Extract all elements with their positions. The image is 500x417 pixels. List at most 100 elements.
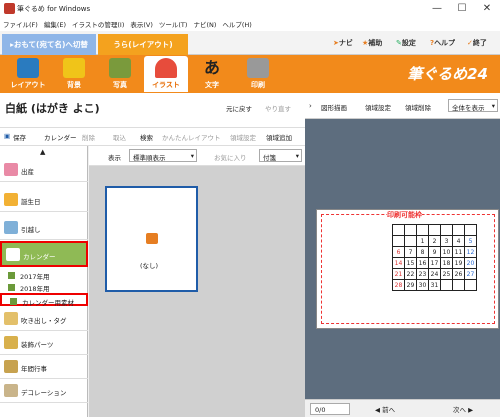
illust-item[interactable]: (なし)	[105, 186, 198, 292]
ribbon-print[interactable]: 印刷	[236, 56, 280, 92]
calendar-day: 11	[452, 246, 465, 258]
calendar-day	[452, 224, 465, 236]
fetch-button[interactable]: 取込	[113, 132, 126, 142]
calendar-day: 15	[404, 257, 417, 269]
layout-icon	[17, 58, 39, 78]
calendar-day	[428, 224, 441, 236]
item-label: (なし)	[140, 262, 159, 270]
sub-item-calendar-material[interactable]: カレンダー用素材	[0, 293, 88, 307]
ribbon-photo[interactable]: 写真	[98, 56, 142, 92]
ribbon: レイアウト 背景 写真 イラスト あ文字 印刷 筆ぐるめ24	[0, 55, 500, 93]
tab-back[interactable]: うら(レイアウト)	[98, 34, 188, 55]
calendar-day: 26	[452, 268, 465, 280]
content-toolbar: 表示 標準順表示 ▾ お気に入り 付箋 ▾	[89, 146, 305, 166]
calendar-grid: 1 2 3 4 5 6 7 8 9 10 11 12 14 15 16 17 18 19 20 21 22 23 24 25 2…	[392, 224, 477, 291]
page-counter: 0/0	[310, 403, 350, 415]
ribbon-illust[interactable]: イラスト	[144, 56, 188, 92]
calendar-day	[464, 224, 477, 236]
undo-button[interactable]: 元に戻す	[226, 103, 252, 113]
calendar-day: 23	[416, 268, 429, 280]
delete-button[interactable]: 削除	[82, 132, 95, 142]
redo-button[interactable]: やり直す	[265, 103, 291, 113]
sub-item-2017[interactable]: 2017年用	[0, 269, 88, 281]
calendar-icon	[6, 248, 20, 261]
area-add-button[interactable]: 領域追加	[266, 132, 292, 142]
sidebar-item-calendar[interactable]: カレンダー	[0, 241, 88, 267]
menu-edit[interactable]: 編集(E)	[41, 17, 69, 31]
calendar-day: 28	[392, 279, 405, 291]
calendar-day: 16	[416, 257, 429, 269]
ribbon-layout[interactable]: レイアウト	[6, 56, 50, 92]
calendar-day	[392, 224, 405, 236]
calendar-day: 7	[404, 246, 417, 258]
calendar-week: 14 15 16 17 18 19 20	[392, 257, 477, 269]
save-button[interactable]: 保存	[13, 132, 26, 142]
area-set-button[interactable]: 領域設定	[230, 132, 256, 142]
cake-icon	[4, 193, 18, 206]
menu-file[interactable]: ファイル(F)	[0, 17, 41, 31]
tag-select[interactable]: 付箋 ▾	[259, 149, 302, 162]
sidebar-item-events[interactable]: 年間行事	[0, 355, 88, 379]
preview-toolbar: › 図形描画 領域設定 領域削除 全体を表示 ▾	[305, 93, 500, 119]
sidebar-item-decoration[interactable]: デコレーション	[0, 379, 88, 403]
calendar-day: 22	[404, 268, 417, 280]
next-button[interactable]: 次へ ▶	[453, 404, 473, 414]
zoom-select[interactable]: 全体を表示 ▾	[448, 99, 498, 112]
category-sidebar: ▲ 出産 誕生日 引越し カレンダー 2017年用 2018年用 カレンダー用素…	[0, 146, 88, 417]
calendar-day: 24	[428, 268, 441, 280]
menu-tool[interactable]: ツール(T)	[156, 17, 191, 31]
settings-button[interactable]: ✎設定	[396, 38, 416, 48]
help-button[interactable]: ?ヘルプ	[430, 38, 455, 48]
calendar-day	[404, 235, 417, 247]
easy-layout-button[interactable]: かんたんレイアウト	[162, 132, 221, 142]
calendar-day: 25	[440, 268, 453, 280]
sidebar-item-birth[interactable]: 出産	[0, 158, 88, 182]
shape-draw-button[interactable]: 図形描画	[321, 102, 347, 112]
decoration-icon	[4, 384, 18, 397]
navi-button[interactable]: ➤ナビ	[333, 38, 353, 48]
toolbar: ▣ 保存 カレンダー 削除 取込 検索 かんたんレイアウト 領域設定 領域追加	[0, 128, 305, 146]
prev-button[interactable]: ◀ 前へ	[375, 404, 395, 414]
close-button[interactable]: ✕	[475, 0, 499, 17]
search-button[interactable]: 検索	[140, 132, 153, 142]
window-title: 筆ぐるめ for Windows	[17, 5, 91, 13]
maximize-button[interactable]: ☐	[450, 0, 474, 17]
calendar-day: 19	[452, 257, 465, 269]
sidebar-item-parts[interactable]: 装飾パーツ	[0, 331, 88, 355]
speech-icon	[4, 312, 18, 325]
menu-navi[interactable]: ナビ(N)	[190, 17, 219, 31]
calendar-day: 10	[440, 246, 453, 258]
calendar-day: 21	[392, 268, 405, 280]
menu-illust[interactable]: イラストの管理(I)	[69, 17, 127, 31]
menu-view[interactable]: 表示(V)	[127, 17, 156, 31]
area-delete-button[interactable]: 領域削除	[405, 102, 431, 112]
minimize-button[interactable]: —	[425, 0, 449, 17]
postcard-preview[interactable]: 印刷可能枠 1 2 3 4 5 6 7 8 9 10 11 12 14 15 16 17 18 19 20 21 22 2…	[316, 209, 499, 329]
calendar-day	[416, 224, 429, 236]
title-bar: 筆ぐるめ for Windows — ☐ ✕	[0, 0, 500, 17]
chevron-right-icon[interactable]: ›	[309, 102, 312, 110]
calendar-button[interactable]: カレンダー	[44, 132, 77, 142]
calendar-day: 4	[452, 235, 465, 247]
menu-help[interactable]: ヘルプ(H)	[219, 17, 254, 31]
calendar-day: 2	[428, 235, 441, 247]
calendar-day: 5	[464, 235, 477, 247]
sidebar-item-birthday[interactable]: 誕生日	[0, 188, 88, 212]
tab-front[interactable]: ▸おもて(宛て名)へ切替	[2, 34, 96, 55]
frame-icon	[4, 336, 18, 349]
calendar-week: 28 29 30 31	[392, 279, 477, 291]
favorite-button[interactable]: お気に入り	[214, 152, 247, 162]
area-set-right-button[interactable]: 領域設定	[365, 102, 391, 112]
ribbon-text[interactable]: あ文字	[190, 56, 234, 92]
printer-icon	[247, 58, 269, 78]
calendar-day	[392, 235, 405, 247]
hojo-button[interactable]: ★補助	[362, 38, 382, 48]
sidebar-item-moving[interactable]: 引越し	[0, 216, 88, 240]
folder-icon	[10, 298, 17, 305]
exit-button[interactable]: ✓終了	[467, 38, 487, 48]
scroll-up-icon[interactable]: ▲	[40, 148, 45, 156]
display-select[interactable]: 標準順表示 ▾	[129, 149, 197, 162]
ribbon-background[interactable]: 背景	[52, 56, 96, 92]
sub-item-2018[interactable]: 2018年用	[0, 281, 88, 293]
sidebar-item-speech[interactable]: 吹き出し・タグ	[0, 307, 88, 331]
